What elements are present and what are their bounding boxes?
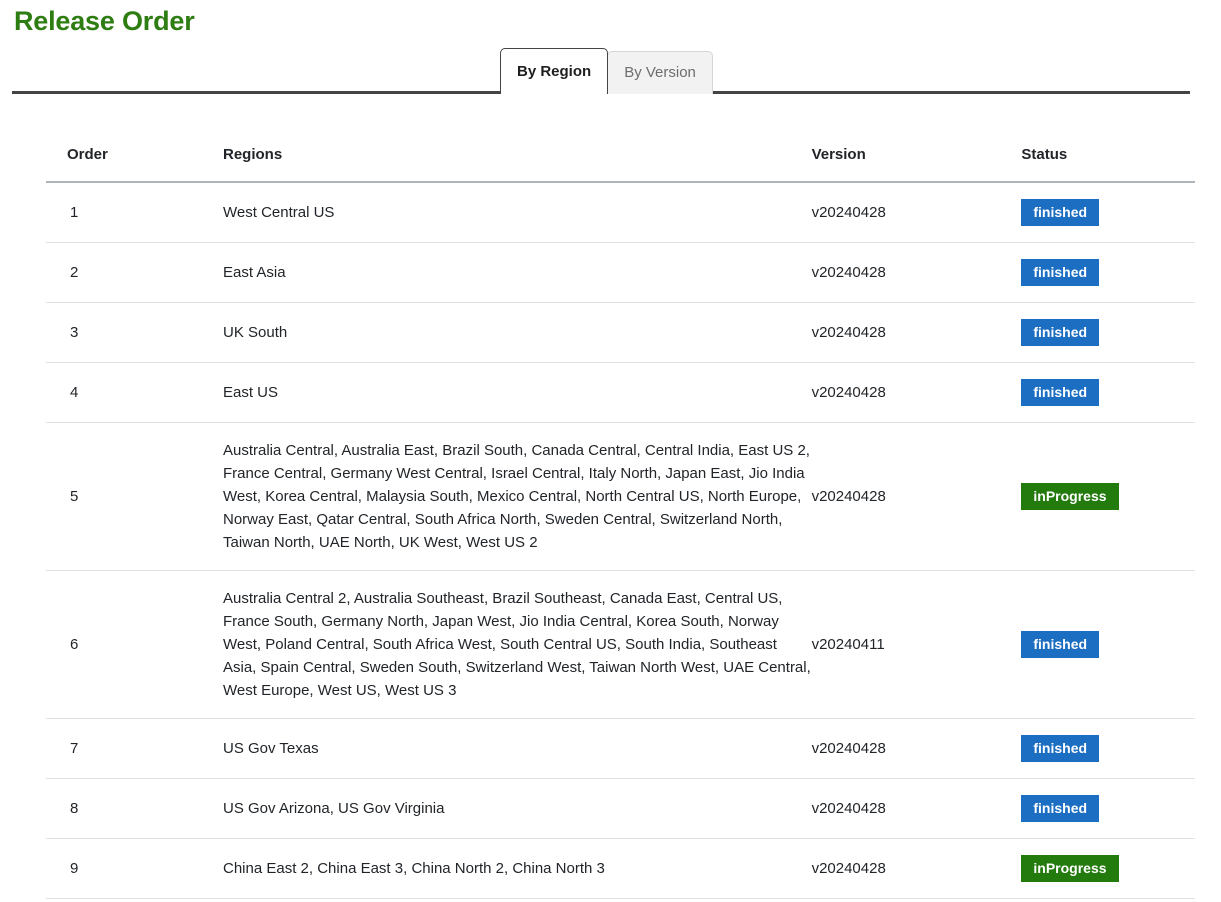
table-row: 6 Australia Central 2, Australia Southea…: [46, 571, 1195, 719]
tab-list: By Region By Version: [500, 48, 713, 94]
status-badge: finished: [1021, 259, 1099, 286]
page-title: Release Order: [14, 2, 195, 40]
cell-regions: US Gov Arizona, US Gov Virginia: [131, 779, 812, 839]
cell-version: v20240428: [812, 243, 913, 303]
page-root: Release Order By Region By Version Order…: [0, 0, 1221, 902]
cell-regions: UK South: [131, 303, 812, 363]
cell-regions: East Asia: [131, 243, 812, 303]
cell-order: 1: [46, 182, 131, 243]
status-badge: finished: [1021, 795, 1099, 822]
cell-version: v20240428: [812, 839, 913, 899]
status-badge: inProgress: [1021, 483, 1118, 510]
tab-by-version[interactable]: By Version: [607, 51, 713, 94]
cell-version: v20240428: [812, 423, 913, 571]
cell-status: finished: [912, 571, 1195, 719]
cell-order: 7: [46, 719, 131, 779]
cell-version: v20240428: [812, 719, 913, 779]
tab-strip: By Region By Version: [12, 48, 1190, 94]
cell-status: inProgress: [912, 839, 1195, 899]
table-row: 8 US Gov Arizona, US Gov Virginia v20240…: [46, 779, 1195, 839]
cell-regions: US Gov Texas: [131, 719, 812, 779]
cell-version: v20240428: [812, 779, 913, 839]
cell-regions: West Central US: [131, 182, 812, 243]
column-header-version: Version: [812, 146, 913, 182]
release-order-table: Order Regions Version Status 1 West Cent…: [46, 146, 1195, 899]
column-header-status: Status: [912, 146, 1195, 182]
status-badge: inProgress: [1021, 855, 1118, 882]
cell-order: 3: [46, 303, 131, 363]
status-badge: finished: [1021, 631, 1099, 658]
column-header-order: Order: [46, 146, 131, 182]
table-row: 4 East US v20240428 finished: [46, 363, 1195, 423]
cell-order: 4: [46, 363, 131, 423]
table-row: 3 UK South v20240428 finished: [46, 303, 1195, 363]
table-row: 7 US Gov Texas v20240428 finished: [46, 719, 1195, 779]
status-badge: finished: [1021, 379, 1099, 406]
table-header: Order Regions Version Status: [46, 146, 1195, 182]
status-badge: finished: [1021, 319, 1099, 346]
cell-status: finished: [912, 303, 1195, 363]
cell-status: finished: [912, 363, 1195, 423]
table-row: 2 East Asia v20240428 finished: [46, 243, 1195, 303]
table-row: 9 China East 2, China East 3, China Nort…: [46, 839, 1195, 899]
cell-status: finished: [912, 182, 1195, 243]
cell-order: 5: [46, 423, 131, 571]
cell-status: finished: [912, 719, 1195, 779]
table-body: 1 West Central US v20240428 finished 2 E…: [46, 182, 1195, 899]
cell-version: v20240411: [812, 571, 913, 719]
cell-status: inProgress: [912, 423, 1195, 571]
cell-regions: East US: [131, 363, 812, 423]
table-row: 5 Australia Central, Australia East, Bra…: [46, 423, 1195, 571]
tab-by-region[interactable]: By Region: [500, 48, 608, 94]
cell-order: 2: [46, 243, 131, 303]
cell-order: 9: [46, 839, 131, 899]
cell-regions: Australia Central, Australia East, Brazi…: [131, 423, 812, 571]
column-header-regions: Regions: [131, 146, 812, 182]
cell-regions: China East 2, China East 3, China North …: [131, 839, 812, 899]
release-order-table-container: Order Regions Version Status 1 West Cent…: [46, 146, 1195, 899]
cell-order: 8: [46, 779, 131, 839]
cell-version: v20240428: [812, 303, 913, 363]
cell-order: 6: [46, 571, 131, 719]
status-badge: finished: [1021, 735, 1099, 762]
cell-status: finished: [912, 243, 1195, 303]
table-row: 1 West Central US v20240428 finished: [46, 182, 1195, 243]
status-badge: finished: [1021, 199, 1099, 226]
cell-regions: Australia Central 2, Australia Southeast…: [131, 571, 812, 719]
table-header-row: Order Regions Version Status: [46, 146, 1195, 182]
cell-version: v20240428: [812, 182, 913, 243]
cell-version: v20240428: [812, 363, 913, 423]
cell-status: finished: [912, 779, 1195, 839]
